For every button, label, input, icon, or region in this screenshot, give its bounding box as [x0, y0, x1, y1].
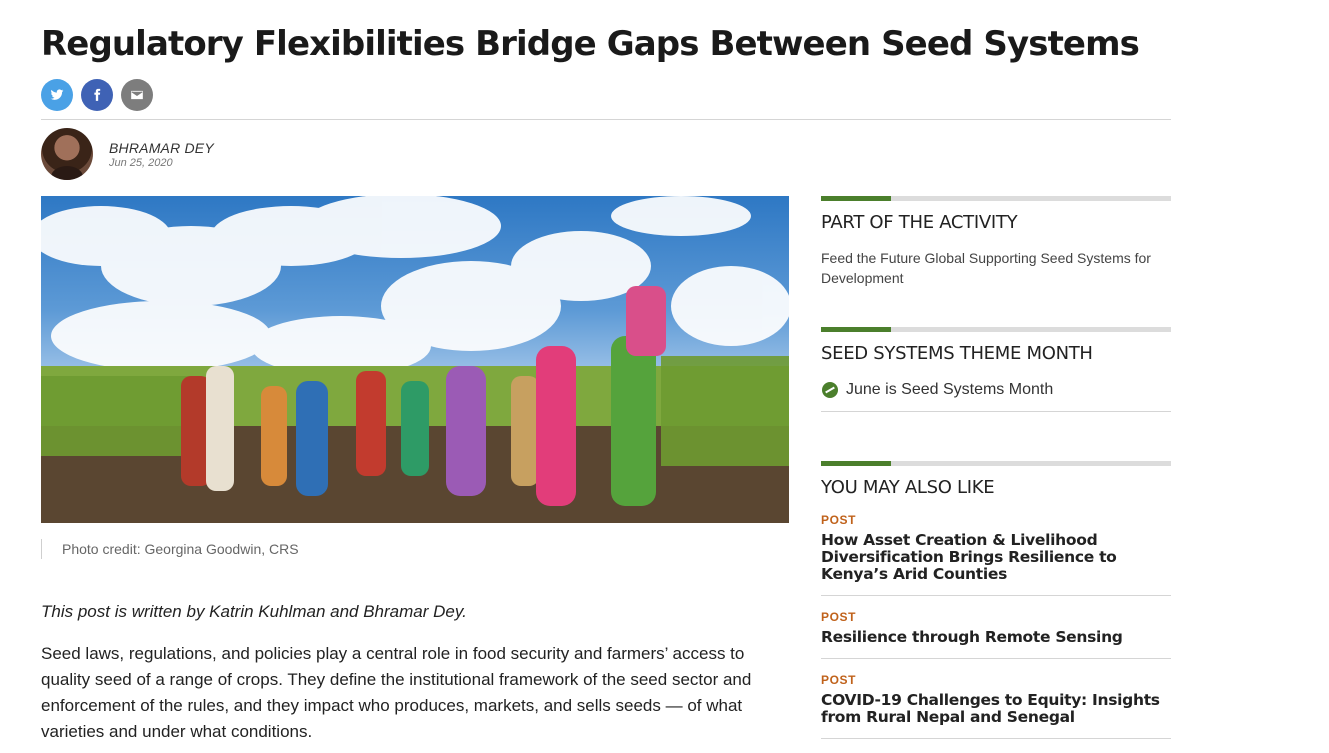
activity-link[interactable]: Feed the Future Global Supporting Seed S…: [821, 248, 1171, 288]
header-divider: [41, 119, 1171, 120]
theme-month-link[interactable]: June is Seed Systems Month: [821, 381, 1171, 399]
divider: [821, 411, 1171, 412]
publish-date: Jun 25, 2020: [109, 156, 173, 169]
sidebar-related: YOU MAY ALSO LIKE POST How Asset Creatio…: [821, 461, 1171, 739]
facebook-share-button[interactable]: [81, 79, 113, 111]
article-intro: This post is written by Katrin Kuhlman a…: [41, 602, 467, 621]
article-paragraph: Seed laws, regulations, and policies pla…: [41, 644, 752, 741]
related-post-title[interactable]: Resilience through Remote Sensing: [821, 629, 1171, 646]
section-accent-bar: [821, 196, 1171, 201]
author-block: BHRAMAR DEY Jun 25, 2020: [41, 128, 214, 180]
hero-illustration: [41, 196, 789, 523]
email-icon: [131, 90, 143, 100]
list-item[interactable]: POST COVID-19 Challenges to Equity: Insi…: [821, 659, 1171, 739]
list-item[interactable]: POST How Asset Creation & Livelihood Div…: [821, 499, 1171, 596]
twitter-icon: [50, 89, 64, 100]
post-label: POST: [821, 673, 857, 687]
sidebar-theme: SEED SYSTEMS THEME MONTH June is Seed Sy…: [821, 327, 1171, 412]
post-label: POST: [821, 513, 857, 527]
leaf-icon: [822, 382, 838, 398]
author-name[interactable]: BHRAMAR DEY: [109, 140, 214, 156]
email-share-button[interactable]: [121, 79, 153, 111]
sidebar-activity: PART OF THE ACTIVITY Feed the Future Glo…: [821, 196, 1171, 288]
hero-photo: [41, 196, 789, 523]
twitter-share-button[interactable]: [41, 79, 73, 111]
theme-month-label: June is Seed Systems Month: [846, 381, 1054, 398]
related-heading: YOU MAY ALSO LIKE: [821, 477, 995, 498]
share-buttons: [41, 79, 153, 111]
post-label: POST: [821, 610, 857, 624]
facebook-icon: [94, 88, 101, 101]
related-post-title[interactable]: How Asset Creation & Livelihood Diversif…: [821, 532, 1171, 583]
activity-heading: PART OF THE ACTIVITY: [821, 212, 1018, 233]
photo-caption: Photo credit: Georgina Goodwin, CRS: [41, 539, 299, 559]
theme-heading: SEED SYSTEMS THEME MONTH: [821, 343, 1093, 364]
section-accent-bar: [821, 327, 1171, 332]
list-item[interactable]: POST Resilience through Remote Sensing: [821, 596, 1171, 659]
section-accent-bar: [821, 461, 1171, 466]
article-title: Regulatory Flexibilities Bridge Gaps Bet…: [41, 24, 1140, 64]
related-post-title[interactable]: COVID-19 Challenges to Equity: Insights …: [821, 692, 1171, 726]
avatar[interactable]: [41, 128, 93, 180]
